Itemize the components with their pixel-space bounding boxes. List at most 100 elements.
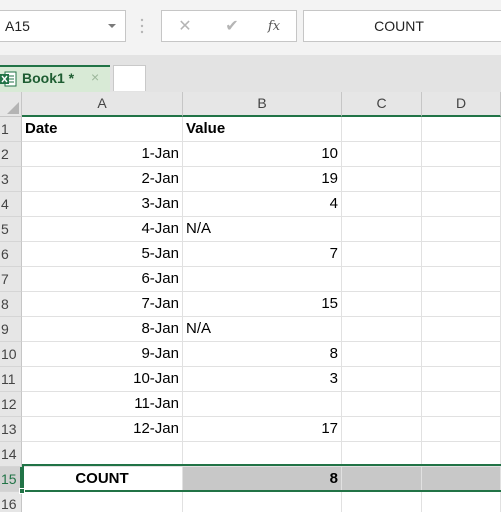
cell-a15[interactable]: COUNT [22,467,183,492]
cell-d9[interactable] [422,317,501,342]
cell-a13[interactable]: 12-Jan [22,417,183,442]
function-icon[interactable]: fx [264,17,284,37]
cell-d4[interactable] [422,192,501,217]
cell-c14[interactable] [342,442,422,467]
tab-book1[interactable]: Book1 * × [0,65,110,92]
cell-b6[interactable]: 7 [183,242,342,267]
cell-c7[interactable] [342,267,422,292]
cell-c12[interactable] [342,392,422,417]
chevron-down-icon[interactable] [107,19,117,33]
cell-c11[interactable] [342,367,422,392]
cell-d14[interactable] [422,442,501,467]
cell-c9[interactable] [342,317,422,342]
row-header-7[interactable]: 7 [0,267,22,292]
cell-b10[interactable]: 8 [183,342,342,367]
spreadsheet-grid[interactable]: A B C D 1 Date Value 2 1-Jan 10 3 2-Jan 19 4 3-Jan 4 5 4-… [0,92,501,512]
cell-a1[interactable]: Date [22,117,183,142]
cell-b14[interactable] [183,442,342,467]
row-header-10[interactable]: 10 [0,342,22,367]
row-header-9[interactable]: 9 [0,317,22,342]
cell-d10[interactable] [422,342,501,367]
cell-a6[interactable]: 5-Jan [22,242,183,267]
select-all-triangle-icon [7,102,19,114]
row-header-1[interactable]: 1 [0,117,22,142]
row-header-8[interactable]: 8 [0,292,22,317]
cell-b16[interactable] [183,492,342,512]
column-header-d[interactable]: D [422,92,501,117]
cell-a14[interactable] [22,442,183,467]
cell-b8[interactable]: 15 [183,292,342,317]
cell-c2[interactable] [342,142,422,167]
cell-a2[interactable]: 1-Jan [22,142,183,167]
formula-input[interactable]: COUNT [303,10,501,42]
column-header-c[interactable]: C [342,92,422,117]
cell-d3[interactable] [422,167,501,192]
cell-b3[interactable]: 19 [183,167,342,192]
cell-b9[interactable]: N/A [183,317,342,342]
cell-c1[interactable] [342,117,422,142]
cell-d7[interactable] [422,267,501,292]
close-tab-icon[interactable]: × [91,69,99,85]
name-box[interactable]: A15 [0,10,126,42]
cell-a3[interactable]: 2-Jan [22,167,183,192]
cell-a10[interactable]: 9-Jan [22,342,183,367]
formula-input-value: COUNT [374,18,424,34]
formula-bar: A15 ✕ ✔ fx COUNT [0,0,501,55]
column-header-a[interactable]: A [22,92,183,117]
cell-a9[interactable]: 8-Jan [22,317,183,342]
row-header-5[interactable]: 5 [0,217,22,242]
column-header-b[interactable]: B [183,92,342,117]
cell-b4[interactable]: 4 [183,192,342,217]
new-tab-button[interactable] [113,65,146,91]
cell-c13[interactable] [342,417,422,442]
cell-b5[interactable]: N/A [183,217,342,242]
cell-b1[interactable]: Value [183,117,342,142]
row-header-11[interactable]: 11 [0,367,22,392]
cell-d5[interactable] [422,217,501,242]
close-icon[interactable]: ✕ [175,17,195,37]
cell-c5[interactable] [342,217,422,242]
cell-b11[interactable]: 3 [183,367,342,392]
cell-b13[interactable]: 17 [183,417,342,442]
cell-c4[interactable] [342,192,422,217]
row-header-16[interactable]: 16 [0,492,22,512]
cell-c16[interactable] [342,492,422,512]
cell-d13[interactable] [422,417,501,442]
grip-dots-icon [140,18,144,34]
cell-a16[interactable] [22,492,183,512]
workbook-tab-strip: Book1 * × [0,55,501,92]
cell-d16[interactable] [422,492,501,512]
cell-c3[interactable] [342,167,422,192]
fill-handle[interactable] [19,488,25,494]
cell-c6[interactable] [342,242,422,267]
cell-d1[interactable] [422,117,501,142]
cell-d8[interactable] [422,292,501,317]
row-header-4[interactable]: 4 [0,192,22,217]
cell-b12[interactable] [183,392,342,417]
cell-c10[interactable] [342,342,422,367]
row-header-12[interactable]: 12 [0,392,22,417]
cell-d2[interactable] [422,142,501,167]
row-header-2[interactable]: 2 [0,142,22,167]
row-header-3[interactable]: 3 [0,167,22,192]
cell-d6[interactable] [422,242,501,267]
cell-b7[interactable] [183,267,342,292]
row-header-14[interactable]: 14 [0,442,22,467]
check-icon[interactable]: ✔ [222,17,242,37]
select-all-corner[interactable] [0,92,22,117]
cell-b15[interactable]: 8 [183,467,342,492]
cell-c15[interactable] [342,467,422,492]
cell-a7[interactable]: 6-Jan [22,267,183,292]
cell-d11[interactable] [422,367,501,392]
row-header-13[interactable]: 13 [0,417,22,442]
cell-c8[interactable] [342,292,422,317]
cell-d15[interactable] [422,467,501,492]
cell-a5[interactable]: 4-Jan [22,217,183,242]
cell-a11[interactable]: 10-Jan [22,367,183,392]
cell-a12[interactable]: 11-Jan [22,392,183,417]
row-header-6[interactable]: 6 [0,242,22,267]
cell-a4[interactable]: 3-Jan [22,192,183,217]
cell-a8[interactable]: 7-Jan [22,292,183,317]
cell-d12[interactable] [422,392,501,417]
cell-b2[interactable]: 10 [183,142,342,167]
